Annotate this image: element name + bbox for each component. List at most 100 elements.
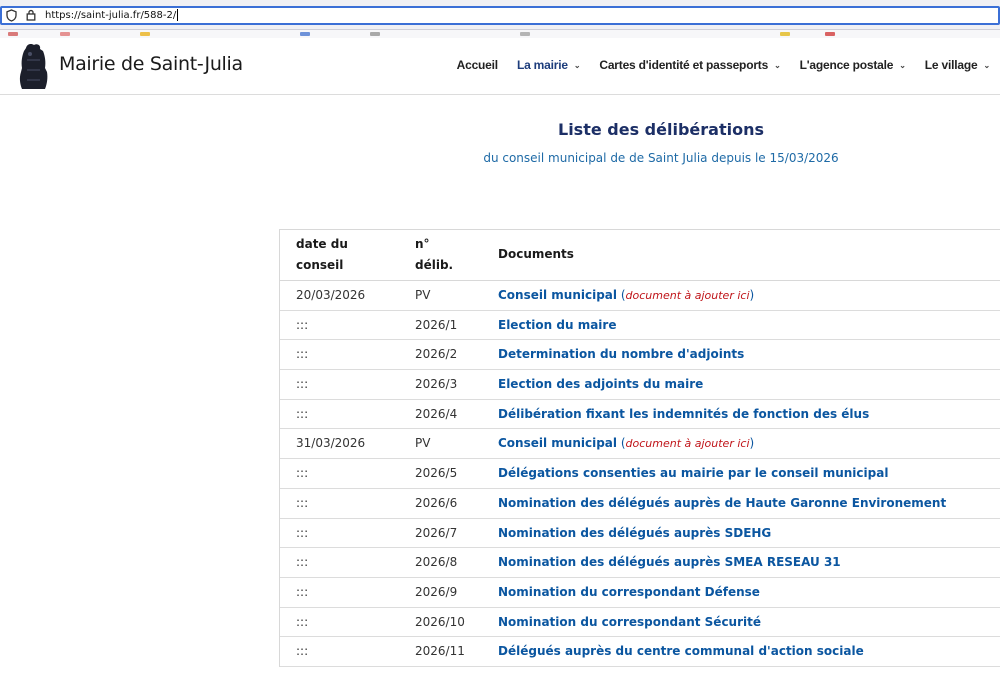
row-date: ::: (296, 495, 309, 510)
row-date: 31/03/2026 (296, 436, 366, 451)
column-header-documents: Documents (498, 247, 574, 261)
row-number: 2026/9 (415, 584, 458, 599)
bookmark-icon[interactable] (780, 32, 790, 36)
page-title: Liste des délibérations (558, 120, 764, 139)
nav-item-label: Accueil (456, 58, 498, 72)
address-bar[interactable]: https://saint-julia.fr/588-2/ (0, 6, 1000, 25)
table-row: ::: 2026/7 Nomination des délégués auprès … (280, 519, 1000, 549)
bookmark-icon[interactable] (825, 32, 835, 36)
page-bottom (0, 672, 1000, 678)
row-number: 2026/1 (415, 317, 458, 332)
logo[interactable] (18, 42, 49, 90)
chevron-down-icon: ⌄ (573, 60, 581, 70)
nav-item-agence-postale[interactable]: L'agence postale ⌄ (800, 58, 906, 72)
row-number: PV (415, 288, 431, 302)
document-link[interactable]: Nomination du correspondant Défense (498, 585, 760, 599)
nav-item-le-village[interactable]: Le village ⌄ (925, 58, 990, 72)
bookmark-icon[interactable] (140, 32, 150, 36)
lock-icon[interactable] (26, 9, 36, 25)
document-link[interactable]: Délibération fixant les indemnités de fo… (498, 407, 869, 421)
document-link[interactable]: Nomination des délégués auprès de Haute … (498, 496, 946, 510)
document-note: document à ajouter ici (625, 289, 750, 302)
nav-item-la-mairie[interactable]: La mairie ⌄ (516, 58, 581, 72)
site-header: Mairie de Saint-Julia Accueil La mairie … (0, 38, 1000, 95)
document-link[interactable]: Conseil municipal (498, 436, 617, 450)
header-text: conseil (296, 258, 344, 272)
table-row: ::: 2026/3 Election des adjoints du maire (280, 370, 1000, 400)
row-number: 2026/10 (415, 614, 465, 629)
document-link[interactable]: Election du maire (498, 318, 616, 332)
row-document: Nomination des délégués auprès SDEHG (498, 526, 771, 540)
paren: ) (749, 436, 755, 451)
document-link[interactable]: Nomination des délégués auprès SDEHG (498, 526, 771, 540)
table-row: 31/03/2026 PV Conseil municipal (document … (280, 429, 1000, 460)
url-text[interactable]: https://saint-julia.fr/588-2/ (45, 9, 179, 23)
table-row: ::: 2026/10 Nomination du correspondant Sé… (280, 608, 1000, 638)
page-subtitle: du conseil municipal de de Saint Julia d… (483, 151, 839, 165)
bookmark-icon[interactable] (370, 32, 380, 36)
nav-item-label: Cartes d'identité et passeports (599, 58, 769, 72)
row-document: Nomination des délégués auprès de Haute … (498, 496, 946, 510)
row-document: Délibération fixant les indemnités de fo… (498, 407, 869, 421)
row-number: 2026/3 (415, 377, 458, 392)
table-row: ::: 2026/6 Nomination des délégués auprès … (280, 489, 1000, 519)
bookmark-icon[interactable] (520, 32, 530, 36)
row-date: ::: (296, 347, 309, 362)
bookmarks-bar (0, 30, 1000, 38)
row-date: ::: (296, 466, 309, 481)
table-row: ::: 2026/5 Délégations consenties au mairi… (280, 459, 1000, 489)
bookmark-icon[interactable] (8, 32, 18, 36)
nav-item-label: Le village (924, 58, 978, 72)
nav-item-label: L'agence postale (799, 58, 894, 72)
column-header-date: date du conseil (296, 234, 376, 276)
row-number: 2026/4 (415, 406, 458, 421)
table-row: ::: 2026/2 Determination du nombre d'adjoi… (280, 340, 1000, 371)
row-number: 2026/6 (415, 495, 458, 510)
main-nav: Accueil La mairie ⌄ Cartes d'identité et… (438, 58, 991, 72)
deliberations-table: date du conseil n° délib. Documents 20/0… (279, 229, 1000, 667)
row-date: ::: (296, 377, 309, 392)
row-document: Nomination du correspondant Sécurité (498, 615, 761, 629)
shield-icon[interactable] (6, 9, 17, 26)
site-title[interactable]: Mairie de Saint-Julia (59, 53, 243, 75)
row-number: 2026/11 (415, 644, 465, 659)
row-document: Election du maire (498, 318, 616, 332)
table-header: date du conseil n° délib. Documents (280, 230, 1000, 281)
browser-toolbar: https://saint-julia.fr/588-2/ (0, 0, 1000, 30)
row-number: 2026/7 (415, 525, 458, 540)
row-date: ::: (296, 406, 309, 421)
bookmark-icon[interactable] (300, 32, 310, 36)
row-document: Conseil municipal (document à ajouter ic… (498, 436, 754, 450)
nav-item-label: La mairie (516, 58, 568, 72)
header-text: n° (415, 237, 430, 251)
chevron-down-icon: ⌄ (983, 60, 990, 70)
document-link[interactable]: Nomination du correspondant Sécurité (498, 615, 761, 629)
row-number: 2026/2 (415, 347, 458, 362)
bookmark-icon[interactable] (60, 32, 70, 36)
row-document: Conseil municipal (document à ajouter ic… (498, 288, 754, 302)
header-text: délib. (415, 258, 454, 272)
document-link[interactable]: Délégués auprès du centre communal d'act… (498, 644, 864, 658)
column-header-number: n° délib. (415, 234, 465, 276)
document-link[interactable]: Determination du nombre d'adjoints (498, 347, 744, 361)
row-date: 20/03/2026 (296, 288, 366, 302)
nav-item-accueil[interactable]: Accueil (457, 58, 498, 72)
row-document: Délégués auprès du centre communal d'act… (498, 644, 864, 658)
paren: ( (617, 436, 626, 451)
chevron-down-icon: ⌄ (899, 60, 906, 70)
row-document: Nomination des délégués auprès SMEA RESE… (498, 555, 841, 569)
document-link[interactable]: Election des adjoints du maire (498, 377, 703, 391)
row-number: 2026/8 (415, 555, 458, 570)
document-link[interactable]: Conseil municipal (498, 288, 617, 302)
document-link[interactable]: Délégations consenties au mairie par le … (498, 466, 888, 480)
document-note: document à ajouter ici (625, 437, 750, 451)
table-row: ::: 2026/9 Nomination du correspondant Déf… (280, 578, 1000, 608)
row-date: ::: (296, 525, 309, 540)
document-link[interactable]: Nomination des délégués auprès SMEA RESE… (498, 555, 841, 569)
nav-item-cartes-identite[interactable]: Cartes d'identité et passeports ⌄ (599, 58, 780, 72)
header-text: date du (296, 237, 348, 251)
row-document: Determination du nombre d'adjoints (498, 347, 744, 361)
row-date: ::: (296, 614, 309, 629)
row-number: PV (415, 436, 431, 451)
table-row: 20/03/2026 PV Conseil municipal (document … (280, 281, 1000, 311)
